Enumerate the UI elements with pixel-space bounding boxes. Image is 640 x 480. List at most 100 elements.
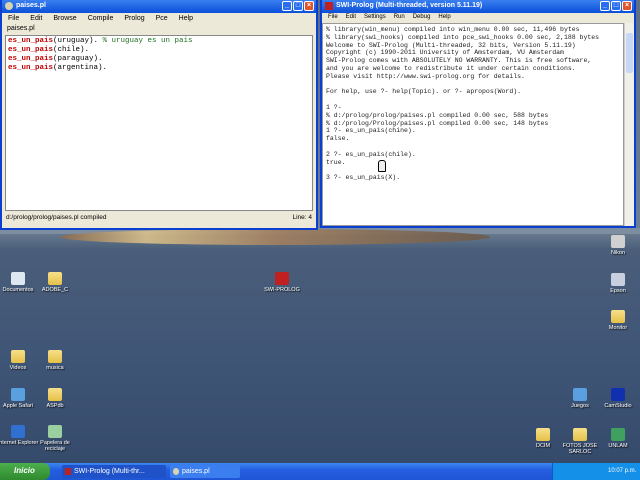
editor-menubar: File Edit Browse Compile Prolog Pce Help xyxy=(2,13,316,25)
desktop-icon-label: ADOBE_C xyxy=(41,287,69,293)
desktop-icon-label: Monitor xyxy=(608,325,628,331)
desktop-icon[interactable]: CamStudio xyxy=(595,388,640,409)
taskbar: Inicio SWI-Prolog (Multi-thr... paises.p… xyxy=(0,463,640,480)
desktop-icon[interactable]: Papelera de reciclaje xyxy=(32,425,78,452)
console-titlebar[interactable]: SWI-Prolog (Multi-threaded, version 5.11… xyxy=(322,0,634,13)
menu-run[interactable]: Run xyxy=(394,14,405,21)
shore xyxy=(60,229,490,245)
start-button[interactable]: Inicio xyxy=(0,463,50,480)
desktop-icon[interactable]: ADOBE_C xyxy=(32,272,78,293)
close-button[interactable]: × xyxy=(622,1,632,11)
code-args: (argentina). xyxy=(53,64,108,72)
task-label: paises.pl xyxy=(182,468,210,475)
code-args: (paraguay). xyxy=(53,55,103,63)
swi-prolog-icon xyxy=(325,2,333,10)
line-indicator: Line: 4 xyxy=(292,214,312,221)
prn-icon xyxy=(611,273,625,286)
code-line: es_un_pais(chile). xyxy=(8,46,310,55)
code-args: (chile). xyxy=(53,46,90,54)
web-icon xyxy=(11,388,25,401)
desktop-icon-label: UNLAM xyxy=(608,443,628,449)
console-window: SWI-Prolog (Multi-threaded, version 5.11… xyxy=(320,0,636,228)
desktop-icon-label: CamStudio xyxy=(604,403,632,409)
editor-text-area[interactable]: es_un_pais(uruguay). % uruguay es un pai… xyxy=(5,35,313,211)
code-pred: es_un_pais xyxy=(8,55,54,63)
console-menubar: File Edit Settings Run Debug Help xyxy=(322,13,634,23)
desktop-icon[interactable]: musica xyxy=(32,350,78,371)
folder-icon xyxy=(48,272,62,285)
menu-edit[interactable]: Edit xyxy=(30,15,42,23)
code-line: es_un_pais(uruguay). % uruguay es un pai… xyxy=(8,37,310,46)
desktop-icon[interactable]: Epson xyxy=(595,273,640,294)
code-pred: es_un_pais xyxy=(8,64,54,72)
cs-icon xyxy=(611,388,625,401)
code-line: es_un_pais(argentina). xyxy=(8,64,310,73)
code-comment: % uruguay es un pais xyxy=(98,37,193,45)
menu-help[interactable]: Help xyxy=(438,14,450,21)
folder-icon xyxy=(611,310,625,323)
swi-icon xyxy=(275,272,289,285)
desktop-icon-label: musica xyxy=(46,365,64,371)
console-output[interactable]: % library(win_menu) compiled into win_me… xyxy=(322,23,624,226)
bin-icon xyxy=(48,425,62,438)
desktop-icon[interactable]: Monitor xyxy=(595,310,640,331)
menu-compile[interactable]: Compile xyxy=(88,15,114,23)
desktop-icon-label: Epson xyxy=(610,288,626,294)
desktop-icon-label: SWI-PROLOG xyxy=(264,287,300,293)
desktop-icon-label: Papelera de reciclaje xyxy=(40,440,70,452)
task-paises[interactable]: paises.pl xyxy=(170,465,240,478)
close-button[interactable]: × xyxy=(304,1,314,11)
menu-settings[interactable]: Settings xyxy=(364,14,386,21)
console-text: % library(win_menu) compiled into win_me… xyxy=(326,26,600,182)
code-pred: es_un_pais xyxy=(8,37,54,45)
mouse-cursor-icon xyxy=(378,160,386,172)
menu-file[interactable]: File xyxy=(8,15,19,23)
folder-icon xyxy=(48,350,62,363)
maximize-button[interactable]: □ xyxy=(293,1,303,11)
menu-pce[interactable]: Pce xyxy=(156,15,168,23)
maximize-button[interactable]: □ xyxy=(611,1,621,11)
start-label: Inicio xyxy=(14,466,35,475)
folder-icon xyxy=(11,350,25,363)
menu-file[interactable]: File xyxy=(328,14,338,21)
folder-icon xyxy=(536,428,550,441)
desktop-icon[interactable]: UNLAM xyxy=(595,428,640,449)
menu-debug[interactable]: Debug xyxy=(413,14,431,21)
swi-prolog-icon xyxy=(65,468,71,475)
console-title: SWI-Prolog (Multi-threaded, version 5.11… xyxy=(336,2,483,9)
doc-icon xyxy=(11,272,25,285)
menu-prolog[interactable]: Prolog xyxy=(124,15,144,23)
cam-icon xyxy=(611,235,625,248)
code-line: es_un_pais(paraguay). xyxy=(8,55,310,64)
task-swi-prolog[interactable]: SWI-Prolog (Multi-thr... xyxy=(62,465,166,478)
editor-tab[interactable]: paises.pl xyxy=(2,25,316,35)
editor-title: paises.pl xyxy=(16,2,46,9)
desktop-icon-label: ASPdb xyxy=(46,403,64,409)
editor-window: paises.pl _ □ × File Edit Browse Compile Prolo… xyxy=(0,0,318,230)
folder-icon xyxy=(48,388,62,401)
desktop-icon-label: Nikon xyxy=(610,250,626,256)
scrollbar-thumb[interactable] xyxy=(626,33,633,73)
editor-titlebar[interactable]: paises.pl _ □ × xyxy=(2,0,316,13)
code-args: (uruguay). xyxy=(53,37,99,45)
editor-statusbar: d:/prolog/prolog/paises.pl compiled Line:… xyxy=(2,211,316,224)
menu-browse[interactable]: Browse xyxy=(53,15,76,23)
desktop-icon[interactable]: Nikon xyxy=(595,235,640,256)
un-icon xyxy=(611,428,625,441)
menu-help[interactable]: Help xyxy=(179,15,193,23)
minimize-button[interactable]: _ xyxy=(600,1,610,11)
ie-icon xyxy=(11,425,25,438)
tab-label: paises.pl xyxy=(7,25,35,32)
minimize-button[interactable]: _ xyxy=(282,1,292,11)
console-scrollbar[interactable] xyxy=(624,23,634,226)
task-label: SWI-Prolog (Multi-thr... xyxy=(74,468,145,475)
code-pred: es_un_pais xyxy=(8,46,54,54)
editor-app-icon xyxy=(173,468,179,475)
status-text: d:/prolog/prolog/paises.pl compiled xyxy=(6,214,107,221)
clock[interactable]: 10:07 p.m. xyxy=(608,468,636,474)
system-tray: 10:07 p.m. xyxy=(552,463,640,480)
desktop-icon[interactable]: ASPdb xyxy=(32,388,78,409)
menu-edit[interactable]: Edit xyxy=(346,14,356,21)
desktop-icon[interactable]: SWI-PROLOG xyxy=(259,272,305,293)
folder-icon xyxy=(573,428,587,441)
